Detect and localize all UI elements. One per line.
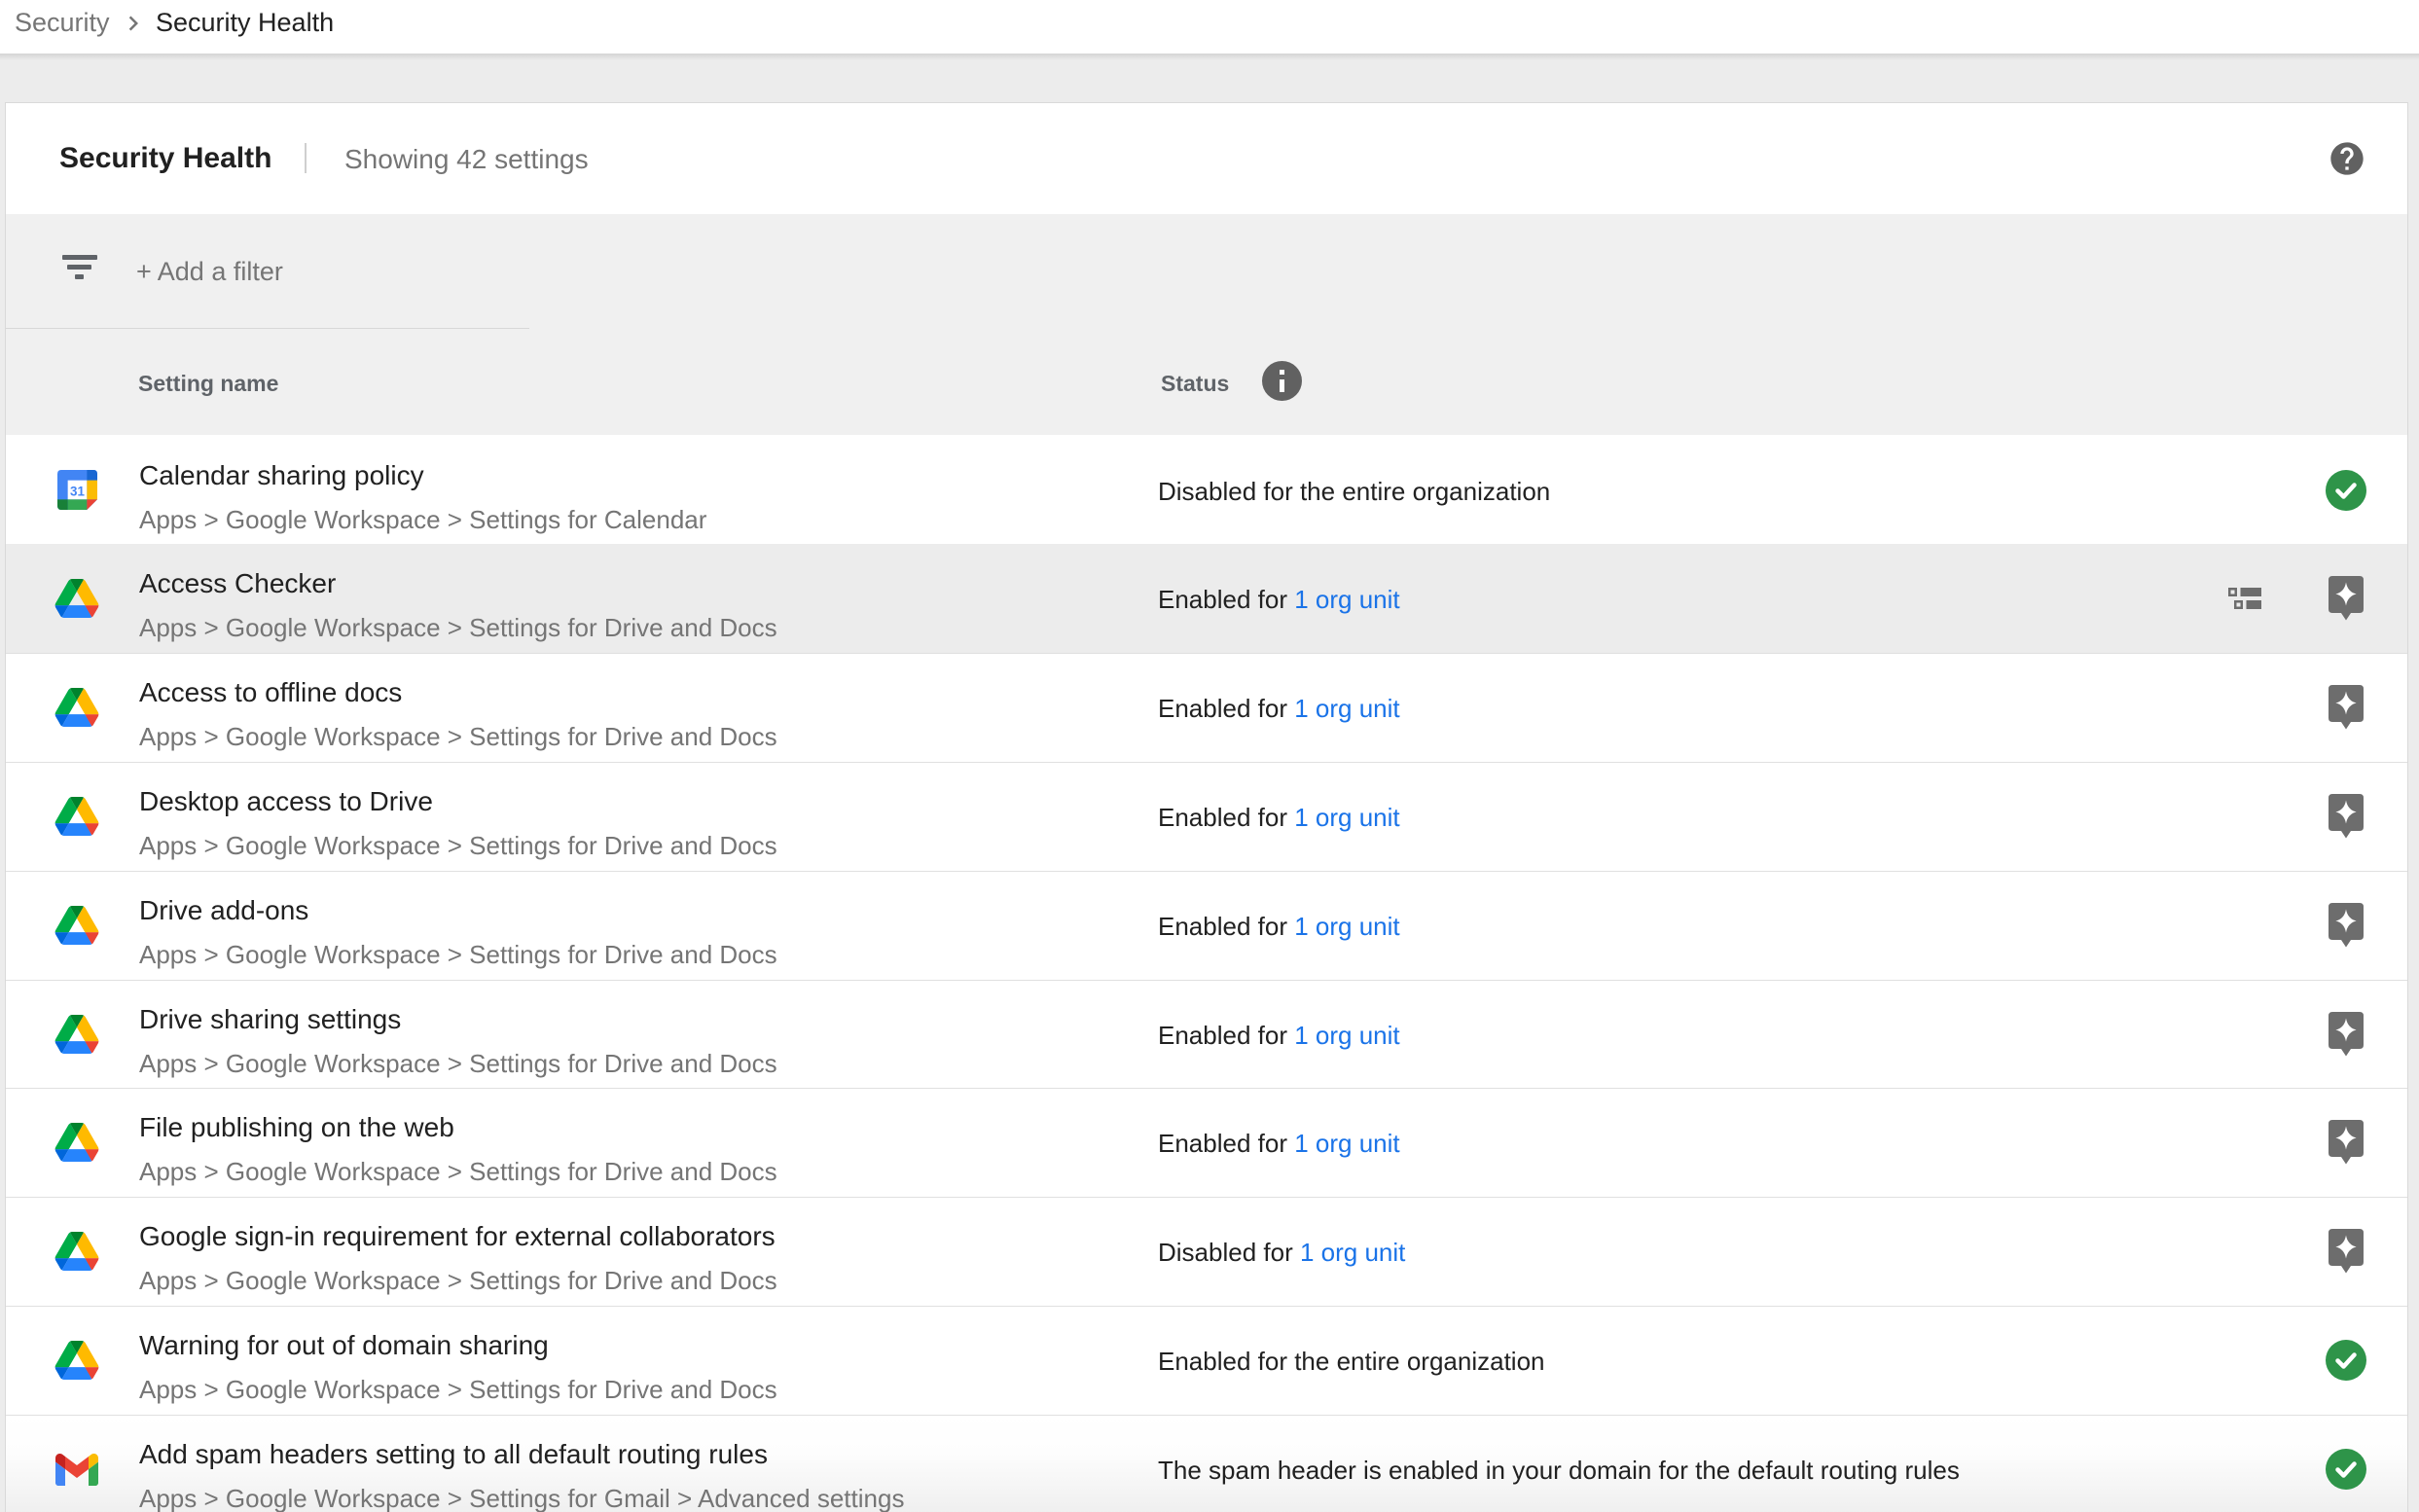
svg-text:31: 31 — [70, 484, 85, 498]
